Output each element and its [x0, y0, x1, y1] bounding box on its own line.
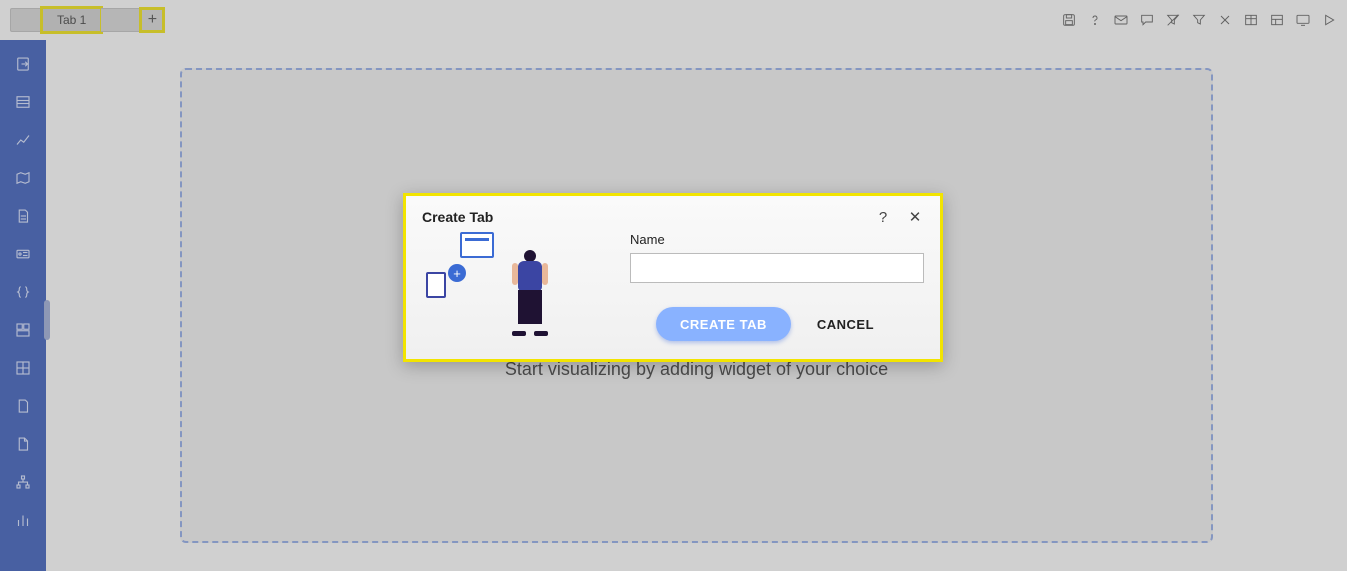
dialog-title: Create Tab: [422, 209, 493, 225]
create-tab-dialog: Create Tab ? ✕ + Name: [403, 193, 943, 362]
dialog-help-icon[interactable]: ?: [874, 208, 892, 226]
layout-icon[interactable]: [1269, 12, 1285, 28]
list-icon[interactable]: [13, 92, 33, 112]
file-icon[interactable]: [13, 434, 33, 454]
plus-badge-icon: +: [448, 264, 466, 282]
dialog-close-icon[interactable]: ✕: [906, 208, 924, 226]
create-tab-button[interactable]: CREATE TAB: [656, 307, 791, 341]
table-icon[interactable]: [1243, 12, 1259, 28]
sidebar: [0, 40, 46, 571]
hierarchy-icon[interactable]: [13, 472, 33, 492]
name-label: Name: [630, 232, 924, 247]
card-icon[interactable]: [13, 244, 33, 264]
bar-chart-icon[interactable]: [13, 510, 33, 530]
sidebar-resize-handle[interactable]: [44, 300, 50, 340]
tab-name-input[interactable]: [630, 253, 924, 283]
dashboard-icon[interactable]: [13, 320, 33, 340]
monitor-icon[interactable]: [1295, 12, 1311, 28]
tab-gap: [101, 8, 141, 32]
export-icon[interactable]: [13, 54, 33, 74]
toolbar: [1061, 12, 1337, 28]
tools-icon[interactable]: [1217, 12, 1233, 28]
grid-icon[interactable]: [13, 358, 33, 378]
play-icon[interactable]: [1321, 12, 1337, 28]
save-icon[interactable]: [1061, 12, 1077, 28]
help-icon[interactable]: [1087, 12, 1103, 28]
tab-label: Tab 1: [57, 13, 86, 27]
tab-1[interactable]: Tab 1: [42, 8, 101, 32]
dialog-illustration: +: [422, 232, 612, 332]
chart-line-icon[interactable]: [13, 130, 33, 150]
cancel-button[interactable]: CANCEL: [817, 317, 874, 332]
tab-bar: Tab 1 +: [10, 6, 1337, 34]
dropzone-message: Start visualizing by adding widget of yo…: [505, 359, 888, 380]
filter-off-icon[interactable]: [1165, 12, 1181, 28]
page-icon[interactable]: [13, 396, 33, 416]
filter-icon[interactable]: [1191, 12, 1207, 28]
comment-icon[interactable]: [1139, 12, 1155, 28]
mail-icon[interactable]: [1113, 12, 1129, 28]
tab-lead: [10, 8, 42, 32]
map-icon[interactable]: [13, 168, 33, 188]
plus-icon: +: [148, 11, 157, 29]
braces-icon[interactable]: [13, 282, 33, 302]
document-icon[interactable]: [13, 206, 33, 226]
add-tab-button[interactable]: +: [141, 9, 163, 31]
